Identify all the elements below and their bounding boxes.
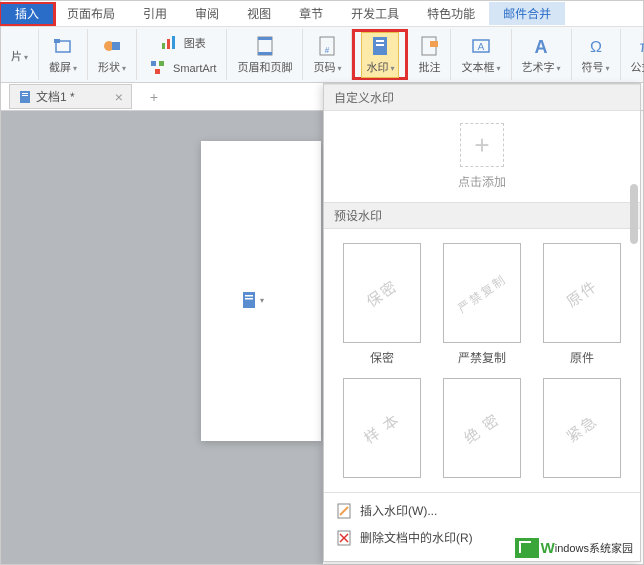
svg-text:A: A: [535, 37, 548, 56]
logo-icon: [515, 538, 539, 558]
shape-button[interactable]: 形状▾: [94, 33, 130, 77]
smartart-icon: [147, 57, 169, 79]
watermark-button[interactable]: 水印▾: [361, 32, 399, 78]
tab-add-button[interactable]: +: [150, 89, 158, 105]
doc-tab-1[interactable]: 文档1 * ×: [9, 84, 132, 109]
formula-button[interactable]: π 公式▾: [627, 33, 644, 77]
chart-button[interactable]: 图表: [154, 29, 210, 55]
preset-original[interactable]: 原件 原件: [538, 243, 626, 366]
page-number-icon: #: [316, 35, 338, 57]
symbol-button[interactable]: Ω 符号▾: [578, 33, 614, 77]
remove-watermark-icon: [336, 530, 352, 546]
textbox-button[interactable]: A 文本框▾: [457, 33, 504, 77]
watermark-icon: [369, 35, 391, 57]
preset-confidential[interactable]: 保密 保密: [338, 243, 426, 366]
header-footer-button[interactable]: 页眉和页脚: [233, 33, 296, 77]
menu-mail-merge[interactable]: 邮件合并: [489, 2, 565, 25]
comment-icon: [418, 35, 440, 57]
art-text-button[interactable]: A 艺术字▾: [518, 33, 565, 77]
watermark-dropdown-panel: 自定义水印 + 点击添加 预设水印 保密 保密 严禁复制 严禁复制 原件 原件 …: [323, 83, 641, 562]
document-page[interactable]: ▾: [201, 141, 321, 441]
workspace: ▾: [1, 111, 323, 564]
page-indicator-icon: ▾: [241, 291, 264, 309]
doc-icon: [18, 90, 32, 104]
art-text-icon: A: [530, 35, 552, 57]
svg-text:π: π: [639, 39, 644, 56]
menu-reference[interactable]: 引用: [129, 2, 181, 25]
preset-watermark-section: 预设水印: [324, 202, 640, 229]
add-custom-watermark-button[interactable]: +: [460, 123, 504, 167]
svg-text:#: #: [325, 46, 330, 55]
svg-text:Ω: Ω: [590, 39, 602, 56]
menu-chapter[interactable]: 章节: [285, 2, 337, 25]
site-watermark: W indows系统家园: [515, 538, 633, 558]
menu-view[interactable]: 视图: [233, 2, 285, 25]
menu-bar: 插入 页面布局 引用 审阅 视图 章节 开发工具 特色功能 邮件合并: [1, 1, 643, 27]
header-footer-icon: [254, 35, 276, 57]
formula-icon: π: [634, 35, 644, 57]
add-custom-label: 点击添加: [458, 173, 506, 190]
ribbon: 片▾ 截屏▾ 形状▾ 图表 SmartArt 页眉: [1, 27, 643, 83]
insert-watermark-icon: [336, 503, 352, 519]
svg-text:A: A: [478, 42, 485, 53]
menu-highlight-insert: 插入: [0, 2, 56, 26]
menu-dev-tools[interactable]: 开发工具: [337, 2, 413, 25]
pic-button[interactable]: 片▾: [7, 44, 32, 66]
page-number-button[interactable]: # 页码▾: [309, 33, 345, 77]
menu-page-layout[interactable]: 页面布局: [53, 2, 129, 25]
screenshot-button[interactable]: 截屏▾: [45, 33, 81, 77]
screenshot-icon: [52, 35, 74, 57]
menu-insert[interactable]: 插入: [1, 4, 53, 24]
preset-top-secret[interactable]: 绝 密: [438, 378, 526, 478]
scrollbar[interactable]: [630, 184, 638, 244]
shape-icon: [101, 35, 123, 57]
textbox-icon: A: [470, 35, 492, 57]
preset-no-copy[interactable]: 严禁复制 严禁复制: [438, 243, 526, 366]
preset-grid: 保密 保密 严禁复制 严禁复制 原件 原件 样 本 绝 密 紧急: [324, 229, 640, 492]
smartart-button[interactable]: SmartArt: [143, 55, 220, 81]
symbol-icon: Ω: [585, 35, 607, 57]
insert-watermark-action[interactable]: 插入水印(W)...: [324, 497, 640, 524]
comment-button[interactable]: 批注: [414, 33, 444, 77]
chart-icon: [158, 31, 180, 53]
custom-watermark-section: 自定义水印: [324, 84, 640, 111]
preset-sample[interactable]: 样 本: [338, 378, 426, 478]
watermark-highlight: 水印▾: [352, 29, 408, 80]
tab-close-button[interactable]: ×: [115, 89, 123, 105]
doc-tab-label: 文档1 *: [36, 88, 75, 105]
preset-urgent[interactable]: 紧急: [538, 378, 626, 478]
menu-review[interactable]: 审阅: [181, 2, 233, 25]
menu-special[interactable]: 特色功能: [413, 2, 489, 25]
